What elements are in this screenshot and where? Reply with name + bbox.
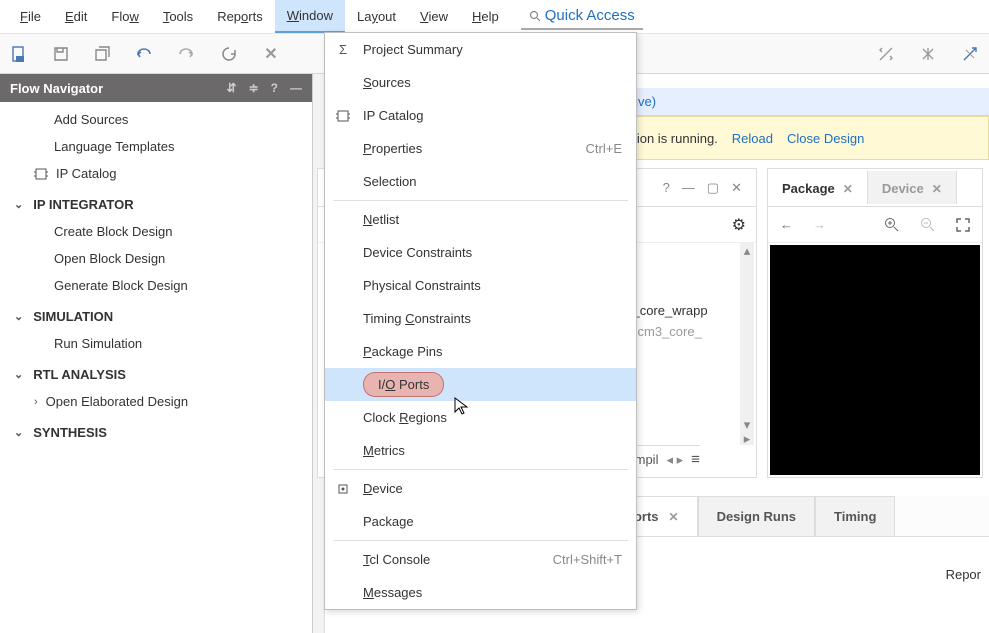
minimize-icon[interactable]: —	[290, 81, 302, 95]
gear-icon[interactable]: ⚙	[732, 215, 746, 235]
chevron-down-icon: ⌄	[14, 426, 23, 439]
ip-icon	[34, 167, 48, 181]
menu-reports[interactable]: Reports	[205, 1, 275, 32]
menu-io-ports[interactable]: I/O Ports	[325, 368, 636, 401]
nav-generate-block-design[interactable]: Generate Block Design	[0, 272, 312, 299]
scrollbar[interactable]: ▴ ▾ ▸	[740, 243, 754, 445]
menu-tcl-console[interactable]: Tcl ConsoleCtrl+Shift+T	[325, 543, 636, 576]
undo-icon[interactable]	[136, 45, 154, 63]
layout-panel: Package✕ Device✕ ← →	[767, 168, 983, 478]
tab-device[interactable]: Device✕	[868, 171, 957, 204]
menu-tools[interactable]: Tools	[151, 1, 205, 32]
back-icon[interactable]: ←	[780, 217, 793, 232]
menu-timing-constraints[interactable]: Timing Constraints	[325, 302, 636, 335]
reload-link[interactable]: Reload	[732, 131, 773, 146]
ip-icon	[333, 109, 353, 123]
nav-language-templates[interactable]: Language Templates	[0, 133, 312, 160]
separator	[333, 469, 628, 470]
quick-access-text: Quick Access	[545, 7, 635, 24]
nav-create-block-design[interactable]: Create Block Design	[0, 218, 312, 245]
collapse-icon[interactable]: ⇵	[227, 81, 237, 95]
chevron-down-icon: ⌄	[14, 310, 23, 323]
search-icon	[529, 10, 541, 22]
nav-run-simulation[interactable]: Run Simulation	[0, 330, 312, 357]
stop-icon[interactable]: ✕	[262, 45, 280, 63]
section-ip-integrator[interactable]: ⌄IP INTEGRATOR	[0, 187, 312, 218]
maximize-icon[interactable]: ▢	[707, 180, 719, 196]
separator	[333, 200, 628, 201]
flow-navigator-panel: Flow Navigator ⇵ ≑ ? — Add Sources Langu…	[0, 74, 313, 633]
fullscreen-icon[interactable]	[956, 218, 970, 232]
window-menu-dropdown: ΣProject Summary Sources IP Catalog Prop…	[324, 32, 637, 610]
save-all-icon[interactable]	[94, 45, 112, 63]
close-icon[interactable]: ✕	[731, 180, 742, 196]
menu-sources[interactable]: Sources	[325, 66, 636, 99]
package-canvas[interactable]	[770, 245, 980, 475]
menu-edit[interactable]: Edit	[53, 1, 99, 32]
menu-view[interactable]: View	[408, 1, 460, 32]
sort-icon[interactable]: ≑	[249, 81, 259, 95]
tab-timing[interactable]: Timing	[815, 496, 895, 536]
chevron-down-icon: ⌄	[14, 198, 23, 211]
menu-netlist[interactable]: Netlist	[325, 203, 636, 236]
refresh-icon[interactable]	[220, 45, 238, 63]
menu-help[interactable]: Help	[460, 1, 511, 32]
flow-navigator-header: Flow Navigator ⇵ ≑ ? —	[0, 74, 312, 102]
menu-device-constraints[interactable]: Device Constraints	[325, 236, 636, 269]
tab-design-runs[interactable]: Design Runs	[698, 496, 815, 536]
tab-package[interactable]: Package✕	[768, 171, 868, 204]
help-icon[interactable]: ?	[271, 81, 278, 95]
sigma-icon: Σ	[333, 42, 353, 57]
tool-icon-a[interactable]	[877, 45, 895, 63]
menu-selection[interactable]: Selection	[325, 165, 636, 198]
device-icon	[333, 482, 353, 496]
nav-open-elaborated-design[interactable]: ›Open Elaborated Design	[0, 388, 312, 415]
menu-window[interactable]: Window	[275, 0, 345, 33]
nav-open-block-design[interactable]: Open Block Design	[0, 245, 312, 272]
close-icon[interactable]: ✕	[843, 182, 853, 196]
menu-messages[interactable]: Messages	[325, 576, 636, 609]
warning-text: ation is running.	[626, 131, 718, 146]
quick-access-search[interactable]: Quick Access	[521, 3, 643, 30]
help-icon[interactable]: ?	[663, 180, 670, 195]
menu-package[interactable]: Package	[325, 505, 636, 538]
separator	[333, 540, 628, 541]
nav-add-sources[interactable]: Add Sources	[0, 106, 312, 133]
menu-package-pins[interactable]: Package Pins	[325, 335, 636, 368]
chevron-right-icon: ›	[34, 396, 38, 408]
new-file-icon[interactable]	[10, 45, 28, 63]
menu-physical-constraints[interactable]: Physical Constraints	[325, 269, 636, 302]
tool-icon-b[interactable]	[919, 45, 937, 63]
redo-icon[interactable]	[178, 45, 196, 63]
section-simulation[interactable]: ⌄SIMULATION	[0, 299, 312, 330]
menu-metrics[interactable]: Metrics	[325, 434, 636, 467]
forward-icon[interactable]: →	[813, 217, 826, 232]
menu-layout[interactable]: Layout	[345, 1, 408, 32]
zoom-out-icon[interactable]	[920, 217, 936, 233]
column-header: Repor	[946, 567, 981, 582]
menu-properties[interactable]: PropertiesCtrl+E	[325, 132, 636, 165]
close-icon[interactable]: ✕	[932, 182, 942, 196]
menubar: File Edit Flow Tools Reports Window Layo…	[0, 0, 989, 34]
close-icon[interactable]: ✕	[669, 510, 679, 524]
section-rtl-analysis[interactable]: ⌄RTL ANALYSIS	[0, 357, 312, 388]
flow-navigator-title: Flow Navigator	[10, 81, 103, 96]
close-design-link[interactable]: Close Design	[787, 131, 864, 146]
tool-icon-c[interactable]	[961, 45, 979, 63]
menu-ip-catalog[interactable]: IP Catalog	[325, 99, 636, 132]
save-icon[interactable]	[52, 45, 70, 63]
minimize-icon[interactable]: —	[682, 180, 695, 195]
menu-file[interactable]: File	[8, 1, 53, 32]
menu-clock-regions[interactable]: Clock Regions	[325, 401, 636, 434]
menu-flow[interactable]: Flow	[99, 1, 150, 32]
nav-ip-catalog[interactable]: IP Catalog	[0, 160, 312, 187]
section-synthesis[interactable]: ⌄SYNTHESIS	[0, 415, 312, 446]
menu-device[interactable]: Device	[325, 472, 636, 505]
menu-project-summary[interactable]: ΣProject Summary	[325, 33, 636, 66]
zoom-in-icon[interactable]	[884, 217, 900, 233]
chevron-down-icon: ⌄	[14, 368, 23, 381]
